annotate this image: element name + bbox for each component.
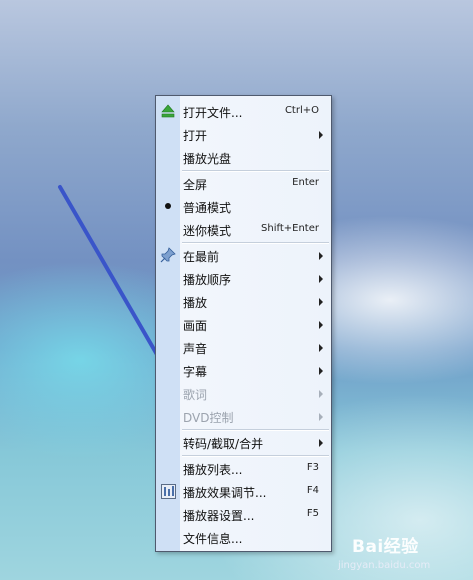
submenu-arrow-icon bbox=[319, 275, 323, 283]
menu-item-play-order[interactable]: 播放顺序 bbox=[156, 267, 331, 289]
menu-item-play[interactable]: 播放 bbox=[156, 290, 331, 312]
menu-item-fullscreen[interactable]: 全屏 Enter bbox=[156, 172, 331, 194]
menu-item-player-settings[interactable]: 播放器设置... F5 bbox=[156, 503, 331, 525]
menu-item-file-info[interactable]: 文件信息... bbox=[156, 526, 331, 548]
menu-item-effects[interactable]: 播放效果调节... F4 bbox=[156, 480, 331, 502]
submenu-arrow-icon bbox=[319, 344, 323, 352]
menu-item-play-disc[interactable]: 播放光盘 bbox=[156, 146, 331, 168]
submenu-arrow-icon bbox=[319, 321, 323, 329]
menu-item-mini-mode[interactable]: 迷你模式 Shift+Enter bbox=[156, 218, 331, 240]
menu-item-normal-mode[interactable]: 普通模式 bbox=[156, 195, 331, 217]
eject-icon bbox=[160, 103, 176, 119]
submenu-arrow-icon bbox=[319, 439, 323, 447]
effects-icon bbox=[160, 483, 176, 499]
context-menu: 打开文件... Ctrl+O 打开 播放光盘 全屏 Enter 普通模式 迷你模… bbox=[155, 95, 332, 552]
menu-item-open-file[interactable]: 打开文件... Ctrl+O bbox=[156, 100, 331, 122]
submenu-arrow-icon bbox=[319, 131, 323, 139]
menu-item-dvd-control: DVD控制 bbox=[156, 405, 331, 427]
submenu-arrow-icon bbox=[319, 298, 323, 306]
submenu-arrow-icon bbox=[319, 252, 323, 260]
radio-dot-icon bbox=[160, 198, 176, 214]
baidu-jingyan-watermark: Bai经验 jingyan.baidu.com bbox=[338, 532, 430, 571]
watermark-logo: Bai经验 bbox=[352, 537, 419, 557]
menu-item-playlist[interactable]: 播放列表... F3 bbox=[156, 457, 331, 479]
pin-icon bbox=[160, 247, 176, 263]
submenu-arrow-icon bbox=[319, 367, 323, 375]
menu-item-lyrics: 歌词 bbox=[156, 382, 331, 404]
menu-item-sound[interactable]: 声音 bbox=[156, 336, 331, 358]
menu-item-transcode[interactable]: 转码/截取/合并 bbox=[156, 431, 331, 453]
menu-item-open[interactable]: 打开 bbox=[156, 123, 331, 145]
menu-item-subtitles[interactable]: 字幕 bbox=[156, 359, 331, 381]
watermark-url: jingyan.baidu.com bbox=[338, 560, 431, 571]
submenu-arrow-icon bbox=[319, 413, 323, 421]
menu-item-always-on-top[interactable]: 在最前 bbox=[156, 244, 331, 266]
menu-item-picture[interactable]: 画面 bbox=[156, 313, 331, 335]
submenu-arrow-icon bbox=[319, 390, 323, 398]
